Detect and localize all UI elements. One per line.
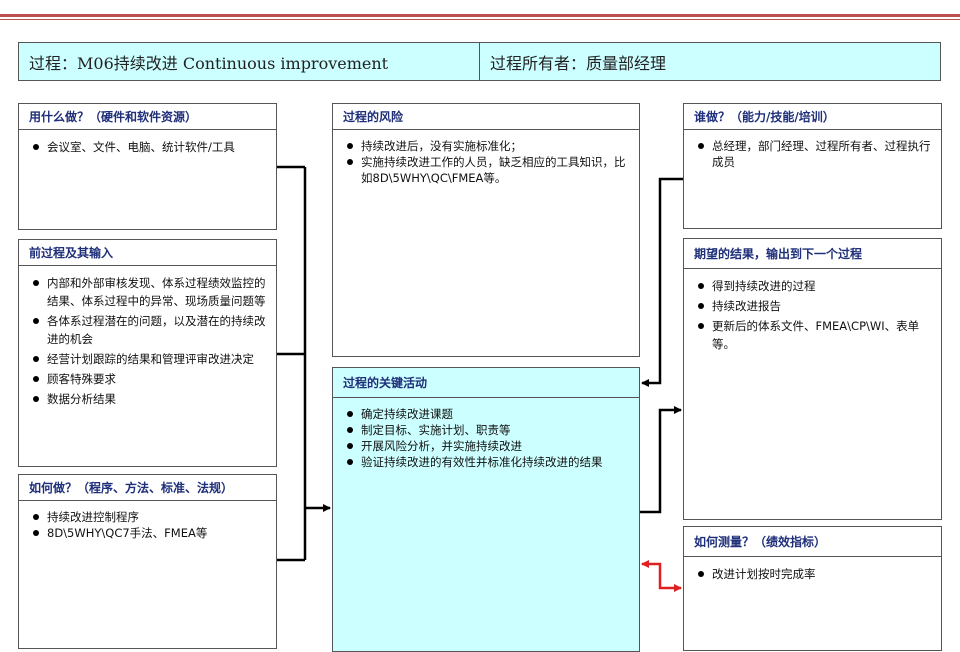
connector-lines — [277, 165, 683, 592]
activities-to-outputs-arrow — [640, 406, 682, 514]
measures-red-arrow — [641, 560, 682, 592]
who-to-activities-arrow — [641, 177, 683, 387]
